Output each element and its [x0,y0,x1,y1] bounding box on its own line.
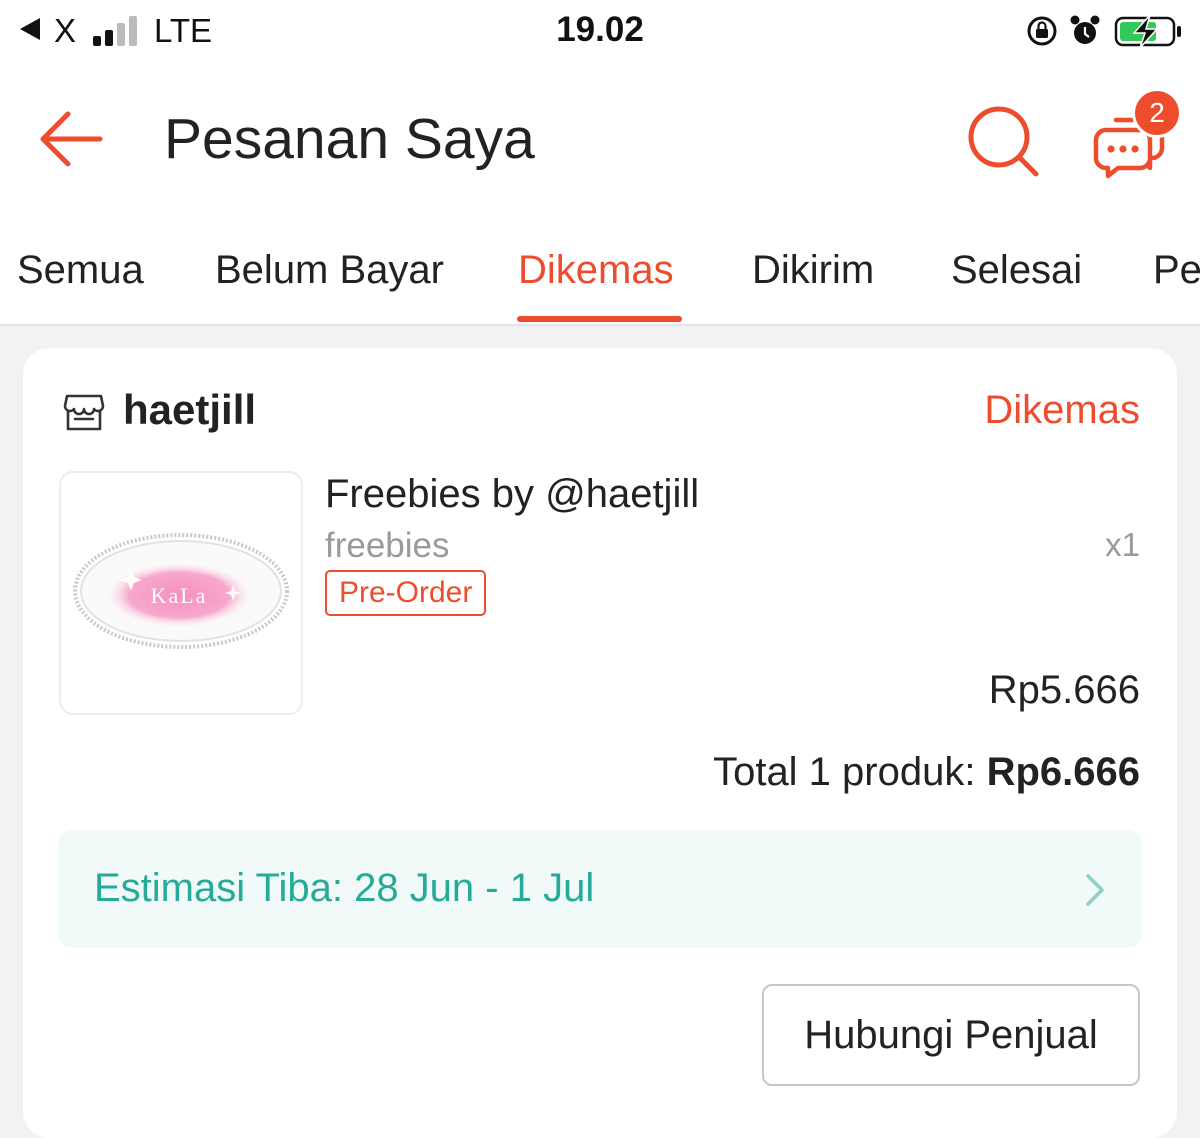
tab-selesai[interactable]: Selesai [951,248,1082,293]
active-tab-indicator [517,316,682,322]
tab-dikirim[interactable]: Dikirim [752,248,874,293]
contact-seller-button[interactable]: Hubungi Penjual [762,984,1140,1086]
tab-pengembalian[interactable]: Pe [1153,248,1200,293]
status-icons [1026,12,1186,50]
tab-belum-bayar[interactable]: Belum Bayar [215,248,444,293]
shop-name[interactable]: haetjill [123,386,256,434]
page-title: Pesanan Saya [164,107,535,171]
product-name[interactable]: Freebies by @haetjill [325,472,699,517]
product-price: Rp5.666 [988,668,1140,712]
status-bar: X LTE 19.02 [0,0,1200,64]
back-arrow-icon[interactable] [36,104,106,174]
chevron-right-icon [1086,874,1104,906]
clock-time: 19.02 [556,10,644,49]
alarm-icon [1070,15,1100,44]
preorder-tag: Pre-Order [325,570,487,616]
product-quantity: x1 [1105,526,1140,563]
battery-charging-icon [1114,14,1181,49]
product-variant: freebies [325,526,450,565]
order-card[interactable]: haetjill Dikemas KaLa Freebies by @haetj… [23,348,1177,1138]
tab-dikemas[interactable]: Dikemas [518,248,674,293]
product-image-text: KaLa [151,583,208,608]
order-total-label: Total 1 produk: [713,750,987,794]
delivery-estimate-bar[interactable]: Estimasi Tiba: 28 Jun - 1 Jul [58,830,1142,948]
product-image[interactable]: KaLa [59,471,303,715]
tab-semua[interactable]: Semua [17,248,144,293]
delivery-estimate-text: Estimasi Tiba: 28 Jun - 1 Jul [94,866,595,910]
chat-badge: 2 [1132,88,1182,138]
search-icon[interactable] [966,104,1040,178]
order-total-value: Rp6.666 [986,750,1140,794]
shop-icon [63,394,105,431]
rotation-lock-icon [1027,16,1057,46]
order-total: Total 1 produk: Rp6.666 [713,750,1140,795]
app-header: Pesanan Saya 2 [0,64,1200,214]
order-status-label: Dikemas [984,388,1140,432]
order-status-tabs: Semua Belum Bayar Dikemas Dikirim Selesa… [0,214,1200,326]
